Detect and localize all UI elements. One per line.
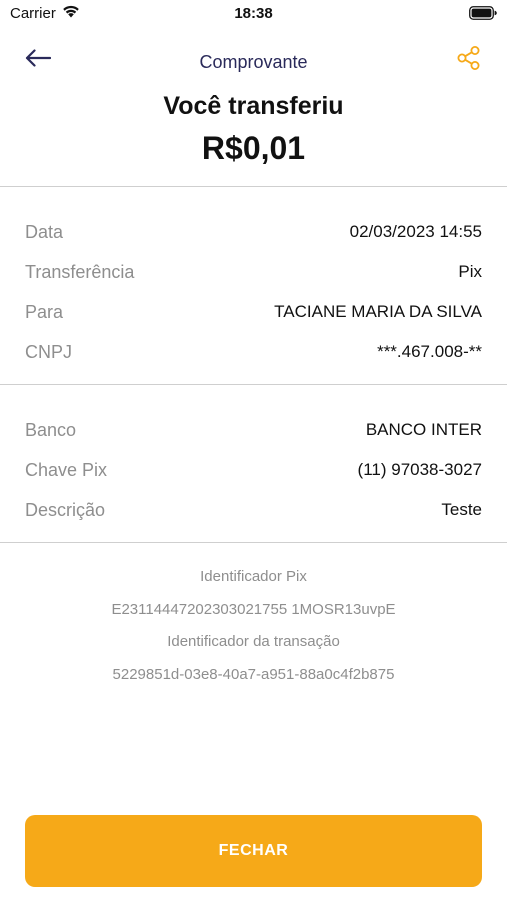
- divider: [0, 186, 507, 187]
- detail-row-bank: Banco BANCO INTER: [25, 415, 482, 445]
- detail-value: 02/03/2023 14:55: [349, 222, 482, 241]
- detail-value: (11) 97038-3027: [357, 460, 482, 479]
- detail-row-description: Descrição Teste: [25, 495, 482, 525]
- close-button[interactable]: FECHAR: [25, 815, 482, 887]
- detail-row-date: Data 02/03/2023 14:55: [25, 217, 482, 247]
- detail-label: Descrição: [25, 499, 106, 520]
- detail-label: Chave Pix: [25, 459, 108, 480]
- detail-row-cnpj: CNPJ ***.467.008-**: [25, 337, 482, 367]
- transfer-amount: R$0,01: [201, 130, 306, 166]
- divider: [0, 542, 507, 543]
- status-bar: Carrier 18:38: [0, 0, 507, 30]
- receipt-screen: Carrier 18:38 Comprovante Você transferi…: [0, 0, 507, 900]
- detail-value: ***.467.008-**: [377, 342, 482, 361]
- detail-label: Banco: [25, 419, 77, 440]
- detail-row-recipient: Para TACIANE MARIA DA SILVA: [25, 297, 482, 327]
- detail-label: Transferência: [25, 261, 135, 282]
- share-button[interactable]: [451, 42, 487, 78]
- battery-icon: [469, 6, 497, 25]
- detail-label: Para: [25, 301, 64, 322]
- pix-id-value: E23114447202303021755 1MOSR13uvpE: [111, 600, 396, 618]
- detail-label: Data: [25, 221, 64, 242]
- pix-id-label: Identificador Pix: [200, 568, 307, 585]
- share-icon: [456, 45, 482, 76]
- transaction-id-value: 5229851d-03e8-40a7-a951-88a0c4f2b875: [112, 665, 395, 683]
- detail-value: BANCO INTER: [365, 420, 482, 439]
- detail-row-pix-key: Chave Pix (11) 97038-3027: [25, 455, 482, 485]
- detail-value: TACIANE MARIA DA SILVA: [274, 302, 482, 321]
- header: Comprovante: [0, 40, 507, 84]
- divider: [0, 384, 507, 385]
- transfer-headline: Você transferiu: [163, 92, 344, 120]
- identifiers-section: Identificador Pix E23114447202303021755 …: [0, 565, 507, 695]
- status-time: 18:38: [234, 5, 273, 22]
- page-title: Comprovante: [199, 52, 308, 72]
- detail-value: Pix: [458, 262, 482, 281]
- detail-row-transfer-type: Transferência Pix: [25, 257, 482, 287]
- detail-label: CNPJ: [25, 341, 73, 362]
- detail-value: Teste: [441, 500, 482, 519]
- transaction-id-label: Identificador da transação: [167, 633, 340, 650]
